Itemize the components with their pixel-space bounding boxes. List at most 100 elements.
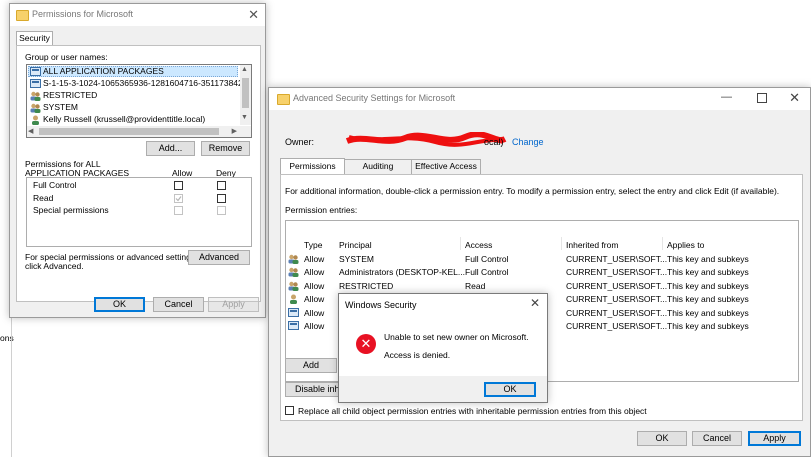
entry-inherited: CURRENT_USER\SOFT... <box>566 307 668 318</box>
owner-label: Owner: <box>285 137 315 147</box>
col-divider <box>460 237 461 250</box>
info-text: For additional information, double-click… <box>285 186 780 196</box>
apply-button[interactable]: Apply <box>208 297 259 312</box>
allow-checkbox[interactable] <box>174 181 183 190</box>
entry-inherited: CURRENT_USER\SOFT... <box>566 267 668 278</box>
scroll-left-icon[interactable]: ◀ <box>28 127 33 135</box>
ok-button[interactable]: OK <box>94 297 145 312</box>
app-package-icon <box>288 307 300 318</box>
replace-child-checkbox[interactable] <box>285 406 294 415</box>
col-principal[interactable]: Principal <box>339 240 372 250</box>
scroll-right-icon[interactable]: ▶ <box>232 127 237 135</box>
user-group-icon <box>30 103 42 113</box>
entry-type: Allow <box>304 267 325 278</box>
dialog-ok-button[interactable]: OK <box>484 382 536 397</box>
user-list-item[interactable]: ALL APPLICATION PACKAGES <box>43 66 164 76</box>
error-icon: ✕ <box>356 334 376 354</box>
tab-auditing[interactable]: Auditing <box>344 159 412 174</box>
apply-button[interactable]: Apply <box>748 431 801 446</box>
maximize-icon[interactable] <box>757 93 767 103</box>
entry-applies: This key and subkeys <box>667 294 749 305</box>
hscroll-thumb[interactable] <box>39 128 219 135</box>
change-owner-link[interactable]: Change <box>512 137 544 147</box>
user-icon <box>288 294 300 305</box>
special-text-2: click Advanced. <box>25 261 84 271</box>
entry-access: Full Control <box>465 254 509 264</box>
entry-inherited: CURRENT_USER\SOFT... <box>566 294 668 305</box>
dialog-title: Windows Security <box>345 300 417 310</box>
group-label: Group or user names: <box>25 52 108 62</box>
add-button[interactable]: Add... <box>146 141 195 156</box>
entry-applies: This key and subkeys <box>667 267 749 278</box>
advanced-button[interactable]: Advanced <box>188 250 250 265</box>
cancel-button[interactable]: Cancel <box>692 431 742 446</box>
advanced-title: Advanced Security Settings for Microsoft <box>293 93 456 103</box>
cancel-button[interactable]: Cancel <box>153 297 204 312</box>
deny-checkbox[interactable] <box>217 193 226 203</box>
tab-effective-access[interactable]: Effective Access <box>411 159 481 174</box>
permission-name: Read <box>33 192 54 203</box>
user-list-item[interactable]: Kelly Russell (krussell@providenttitle.l… <box>43 114 205 124</box>
close-icon[interactable]: ✕ <box>248 7 259 23</box>
deny-checkbox[interactable] <box>217 206 226 215</box>
entry-applies: This key and subkeys <box>667 254 749 264</box>
entry-principal: Administrators (DESKTOP-KEL... <box>339 267 465 278</box>
user-list-item[interactable]: S-1-15-3-1024-1065365936-1281604716-3511… <box>43 78 251 88</box>
user-group-icon <box>288 281 300 291</box>
minimize-icon[interactable]: — <box>721 91 732 103</box>
tab-security[interactable]: Security <box>16 31 53 46</box>
col-type[interactable]: Type <box>304 240 322 250</box>
scroll-thumb[interactable] <box>242 78 249 108</box>
deny-checkbox[interactable] <box>217 181 226 190</box>
allow-checkbox[interactable] <box>174 193 183 203</box>
entry-type: Allow <box>304 280 325 291</box>
folder-icon <box>277 94 290 105</box>
user-group-icon <box>288 267 300 278</box>
app-package-icon <box>30 67 42 77</box>
col-divider <box>662 237 663 250</box>
col-divider <box>561 237 562 250</box>
security-tab-panel: Group or user names: ALL APPLICATION PAC… <box>16 45 261 302</box>
user-icon <box>30 115 42 125</box>
entry-applies: This key and subkeys <box>667 280 749 291</box>
permission-name: Special permissions <box>33 205 109 215</box>
col-access[interactable]: Access <box>465 240 492 250</box>
allow-checkbox[interactable] <box>174 206 183 215</box>
tab-permissions[interactable]: Permissions <box>280 158 345 175</box>
background-divider <box>11 318 12 457</box>
user-group-icon <box>30 91 42 101</box>
disable-inheritance-button[interactable]: Disable inhe <box>285 382 343 397</box>
col-applies[interactable]: Applies to <box>667 240 704 250</box>
scroll-down-icon[interactable]: ▼ <box>241 114 248 121</box>
scroll-up-icon[interactable]: ▲ <box>241 66 248 73</box>
permissions-table: Full Control Read Special permissions <box>26 177 252 247</box>
remove-button[interactable]: Remove <box>201 141 250 156</box>
permission-name: Full Control <box>33 180 77 190</box>
app-package-icon <box>30 79 42 89</box>
permissions-titlebar: Permissions for Microsoft ✕ <box>10 4 265 26</box>
error-detail: Access is denied. <box>384 350 451 360</box>
col-inherited[interactable]: Inherited from <box>566 240 618 250</box>
entry-type: Allow <box>304 307 325 318</box>
entry-access: Read <box>465 280 486 291</box>
entry-type: Allow <box>304 321 325 331</box>
entry-applies: This key and subkeys <box>667 321 749 331</box>
entry-inherited: CURRENT_USER\SOFT... <box>566 280 668 291</box>
entry-type: Allow <box>304 294 325 305</box>
entry-principal: RESTRICTED <box>339 280 394 291</box>
folder-icon <box>16 10 29 21</box>
vertical-scrollbar[interactable]: ▲ ▼ <box>240 65 251 125</box>
app-package-icon <box>288 321 300 331</box>
replace-child-label: Replace all child object permission entr… <box>298 406 647 416</box>
horizontal-scrollbar[interactable]: ◀ ▶ <box>27 126 251 137</box>
user-listbox[interactable]: ALL APPLICATION PACKAGES S-1-15-3-1024-10… <box>26 64 252 138</box>
close-icon[interactable]: ✕ <box>789 90 800 106</box>
user-list-item[interactable]: RESTRICTED <box>43 90 97 100</box>
entry-applies: This key and subkeys <box>667 307 749 318</box>
entries-label: Permission entries: <box>285 205 358 215</box>
user-list-item[interactable]: SYSTEM <box>43 102 78 112</box>
ok-button[interactable]: OK <box>637 431 687 446</box>
add-entry-button[interactable]: Add <box>285 358 337 373</box>
close-icon[interactable]: ✕ <box>530 296 540 310</box>
error-message: Unable to set new owner on Microsoft. <box>384 332 529 342</box>
